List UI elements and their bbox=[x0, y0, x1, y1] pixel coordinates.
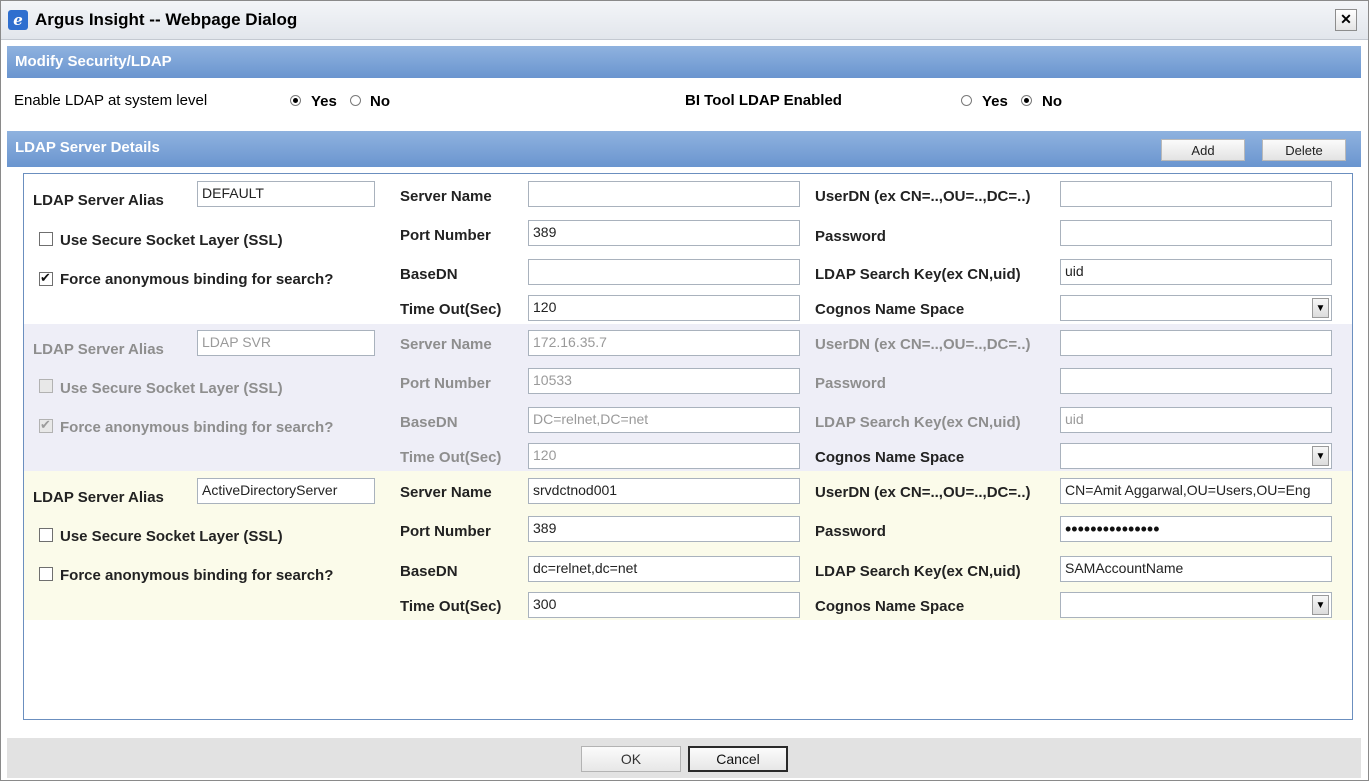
add-button[interactable]: Add bbox=[1161, 139, 1245, 161]
anon-binding-checkbox[interactable] bbox=[39, 417, 53, 433]
ok-button[interactable]: OK bbox=[581, 746, 681, 772]
anon-binding-label: Force anonymous binding for search? bbox=[60, 419, 334, 436]
search-key-label: LDAP Search Key(ex CN,uid) bbox=[815, 563, 1021, 580]
bi-tool-yes-label: Yes bbox=[982, 93, 1008, 110]
cognos-select[interactable]: ▼ bbox=[1060, 295, 1332, 321]
password-input[interactable] bbox=[1060, 220, 1332, 246]
enable-ldap-no-radio[interactable] bbox=[350, 95, 361, 106]
bi-tool-no-radio[interactable] bbox=[1021, 95, 1032, 106]
search-key-label: LDAP Search Key(ex CN,uid) bbox=[815, 414, 1021, 431]
ssl-label: Use Secure Socket Layer (SSL) bbox=[60, 380, 283, 397]
anon-binding-label: Force anonymous binding for search? bbox=[60, 567, 334, 584]
userdn-label: UserDN (ex CN=..,OU=..,DC=..) bbox=[815, 336, 1031, 353]
window-title: Argus Insight -- Webpage Dialog bbox=[35, 10, 298, 29]
section-header-modify: Modify Security/LDAP bbox=[7, 46, 1361, 78]
userdn-input[interactable] bbox=[1060, 330, 1332, 356]
basedn-input[interactable] bbox=[528, 259, 800, 285]
alias-input[interactable]: ActiveDirectoryServer bbox=[197, 478, 375, 504]
ssl-label: Use Secure Socket Layer (SSL) bbox=[60, 232, 283, 249]
alias-label: LDAP Server Alias bbox=[33, 489, 164, 506]
server-name-label: Server Name bbox=[400, 484, 492, 501]
cognos-label: Cognos Name Space bbox=[815, 301, 965, 318]
delete-button[interactable]: Delete bbox=[1262, 139, 1346, 161]
password-label: Password bbox=[815, 228, 886, 245]
cognos-select[interactable]: ▼ bbox=[1060, 443, 1332, 469]
alias-input[interactable]: DEFAULT bbox=[197, 181, 375, 207]
chevron-down-icon[interactable]: ▼ bbox=[1312, 446, 1329, 466]
server-name-input[interactable] bbox=[528, 181, 800, 207]
chevron-down-icon[interactable]: ▼ bbox=[1312, 298, 1329, 318]
password-label: Password bbox=[815, 375, 886, 392]
ssl-label: Use Secure Socket Layer (SSL) bbox=[60, 528, 283, 545]
search-key-input[interactable]: SAMAccountName bbox=[1060, 556, 1332, 582]
password-input[interactable]: ••••••••••••••• bbox=[1060, 516, 1332, 542]
basedn-input[interactable]: DC=relnet,DC=net bbox=[528, 407, 800, 433]
cognos-label: Cognos Name Space bbox=[815, 449, 965, 466]
port-label: Port Number bbox=[400, 227, 491, 244]
timeout-label: Time Out(Sec) bbox=[400, 301, 502, 318]
chevron-down-icon[interactable]: ▼ bbox=[1312, 595, 1329, 615]
anon-binding-checkbox[interactable] bbox=[39, 270, 53, 286]
basedn-label: BaseDN bbox=[400, 563, 458, 580]
server-name-input[interactable]: 172.16.35.7 bbox=[528, 330, 800, 356]
ie-icon: e bbox=[8, 10, 28, 30]
enable-ldap-yes-label: Yes bbox=[311, 93, 337, 110]
server-name-label: Server Name bbox=[400, 336, 492, 353]
userdn-label: UserDN (ex CN=..,OU=..,DC=..) bbox=[815, 188, 1031, 205]
close-button[interactable]: ✕ bbox=[1335, 9, 1357, 31]
basedn-input[interactable]: dc=relnet,dc=net bbox=[528, 556, 800, 582]
ssl-checkbox[interactable] bbox=[39, 232, 53, 246]
timeout-label: Time Out(Sec) bbox=[400, 598, 502, 615]
basedn-label: BaseDN bbox=[400, 266, 458, 283]
dialog-window: e Argus Insight -- Webpage Dialog ✕ Modi… bbox=[0, 0, 1369, 781]
userdn-input[interactable] bbox=[1060, 181, 1332, 207]
port-input[interactable]: 10533 bbox=[528, 368, 800, 394]
dialog-footer bbox=[7, 738, 1361, 778]
bi-tool-yes-radio[interactable] bbox=[961, 95, 972, 106]
search-key-input[interactable]: uid bbox=[1060, 407, 1332, 433]
timeout-input[interactable]: 120 bbox=[528, 443, 800, 469]
bi-tool-ldap-label: BI Tool LDAP Enabled bbox=[685, 92, 842, 109]
ldap-details-title: LDAP Server Details bbox=[15, 139, 160, 156]
cognos-label: Cognos Name Space bbox=[815, 598, 965, 615]
timeout-input[interactable]: 120 bbox=[528, 295, 800, 321]
enable-ldap-no-label: No bbox=[370, 93, 390, 110]
title-bar: e Argus Insight -- Webpage Dialog ✕ bbox=[1, 1, 1368, 40]
alias-label: LDAP Server Alias bbox=[33, 192, 164, 209]
userdn-input[interactable]: CN=Amit Aggarwal,OU=Users,OU=Eng bbox=[1060, 478, 1332, 504]
server-name-input[interactable]: srvdctnod001 bbox=[528, 478, 800, 504]
enable-ldap-label: Enable LDAP at system level bbox=[14, 92, 208, 109]
password-label: Password bbox=[815, 523, 886, 540]
port-label: Port Number bbox=[400, 375, 491, 392]
search-key-label: LDAP Search Key(ex CN,uid) bbox=[815, 266, 1021, 283]
port-input[interactable]: 389 bbox=[528, 516, 800, 542]
alias-input[interactable]: LDAP SVR bbox=[197, 330, 375, 356]
enable-ldap-yes-radio[interactable] bbox=[290, 95, 301, 106]
basedn-label: BaseDN bbox=[400, 414, 458, 431]
alias-label: LDAP Server Alias bbox=[33, 341, 164, 358]
ssl-checkbox[interactable] bbox=[39, 528, 53, 542]
timeout-label: Time Out(Sec) bbox=[400, 449, 502, 466]
userdn-label: UserDN (ex CN=..,OU=..,DC=..) bbox=[815, 484, 1031, 501]
server-name-label: Server Name bbox=[400, 188, 492, 205]
search-key-input[interactable]: uid bbox=[1060, 259, 1332, 285]
bi-tool-no-label: No bbox=[1042, 93, 1062, 110]
timeout-input[interactable]: 300 bbox=[528, 592, 800, 618]
password-input[interactable] bbox=[1060, 368, 1332, 394]
anon-binding-label: Force anonymous binding for search? bbox=[60, 271, 334, 288]
anon-binding-checkbox[interactable] bbox=[39, 567, 53, 581]
port-label: Port Number bbox=[400, 523, 491, 540]
section-header-ldap-details: LDAP Server Details bbox=[7, 131, 1361, 167]
cancel-button[interactable]: Cancel bbox=[688, 746, 788, 772]
ssl-checkbox[interactable] bbox=[39, 379, 53, 393]
port-input[interactable]: 389 bbox=[528, 220, 800, 246]
cognos-select[interactable]: ▼ bbox=[1060, 592, 1332, 618]
